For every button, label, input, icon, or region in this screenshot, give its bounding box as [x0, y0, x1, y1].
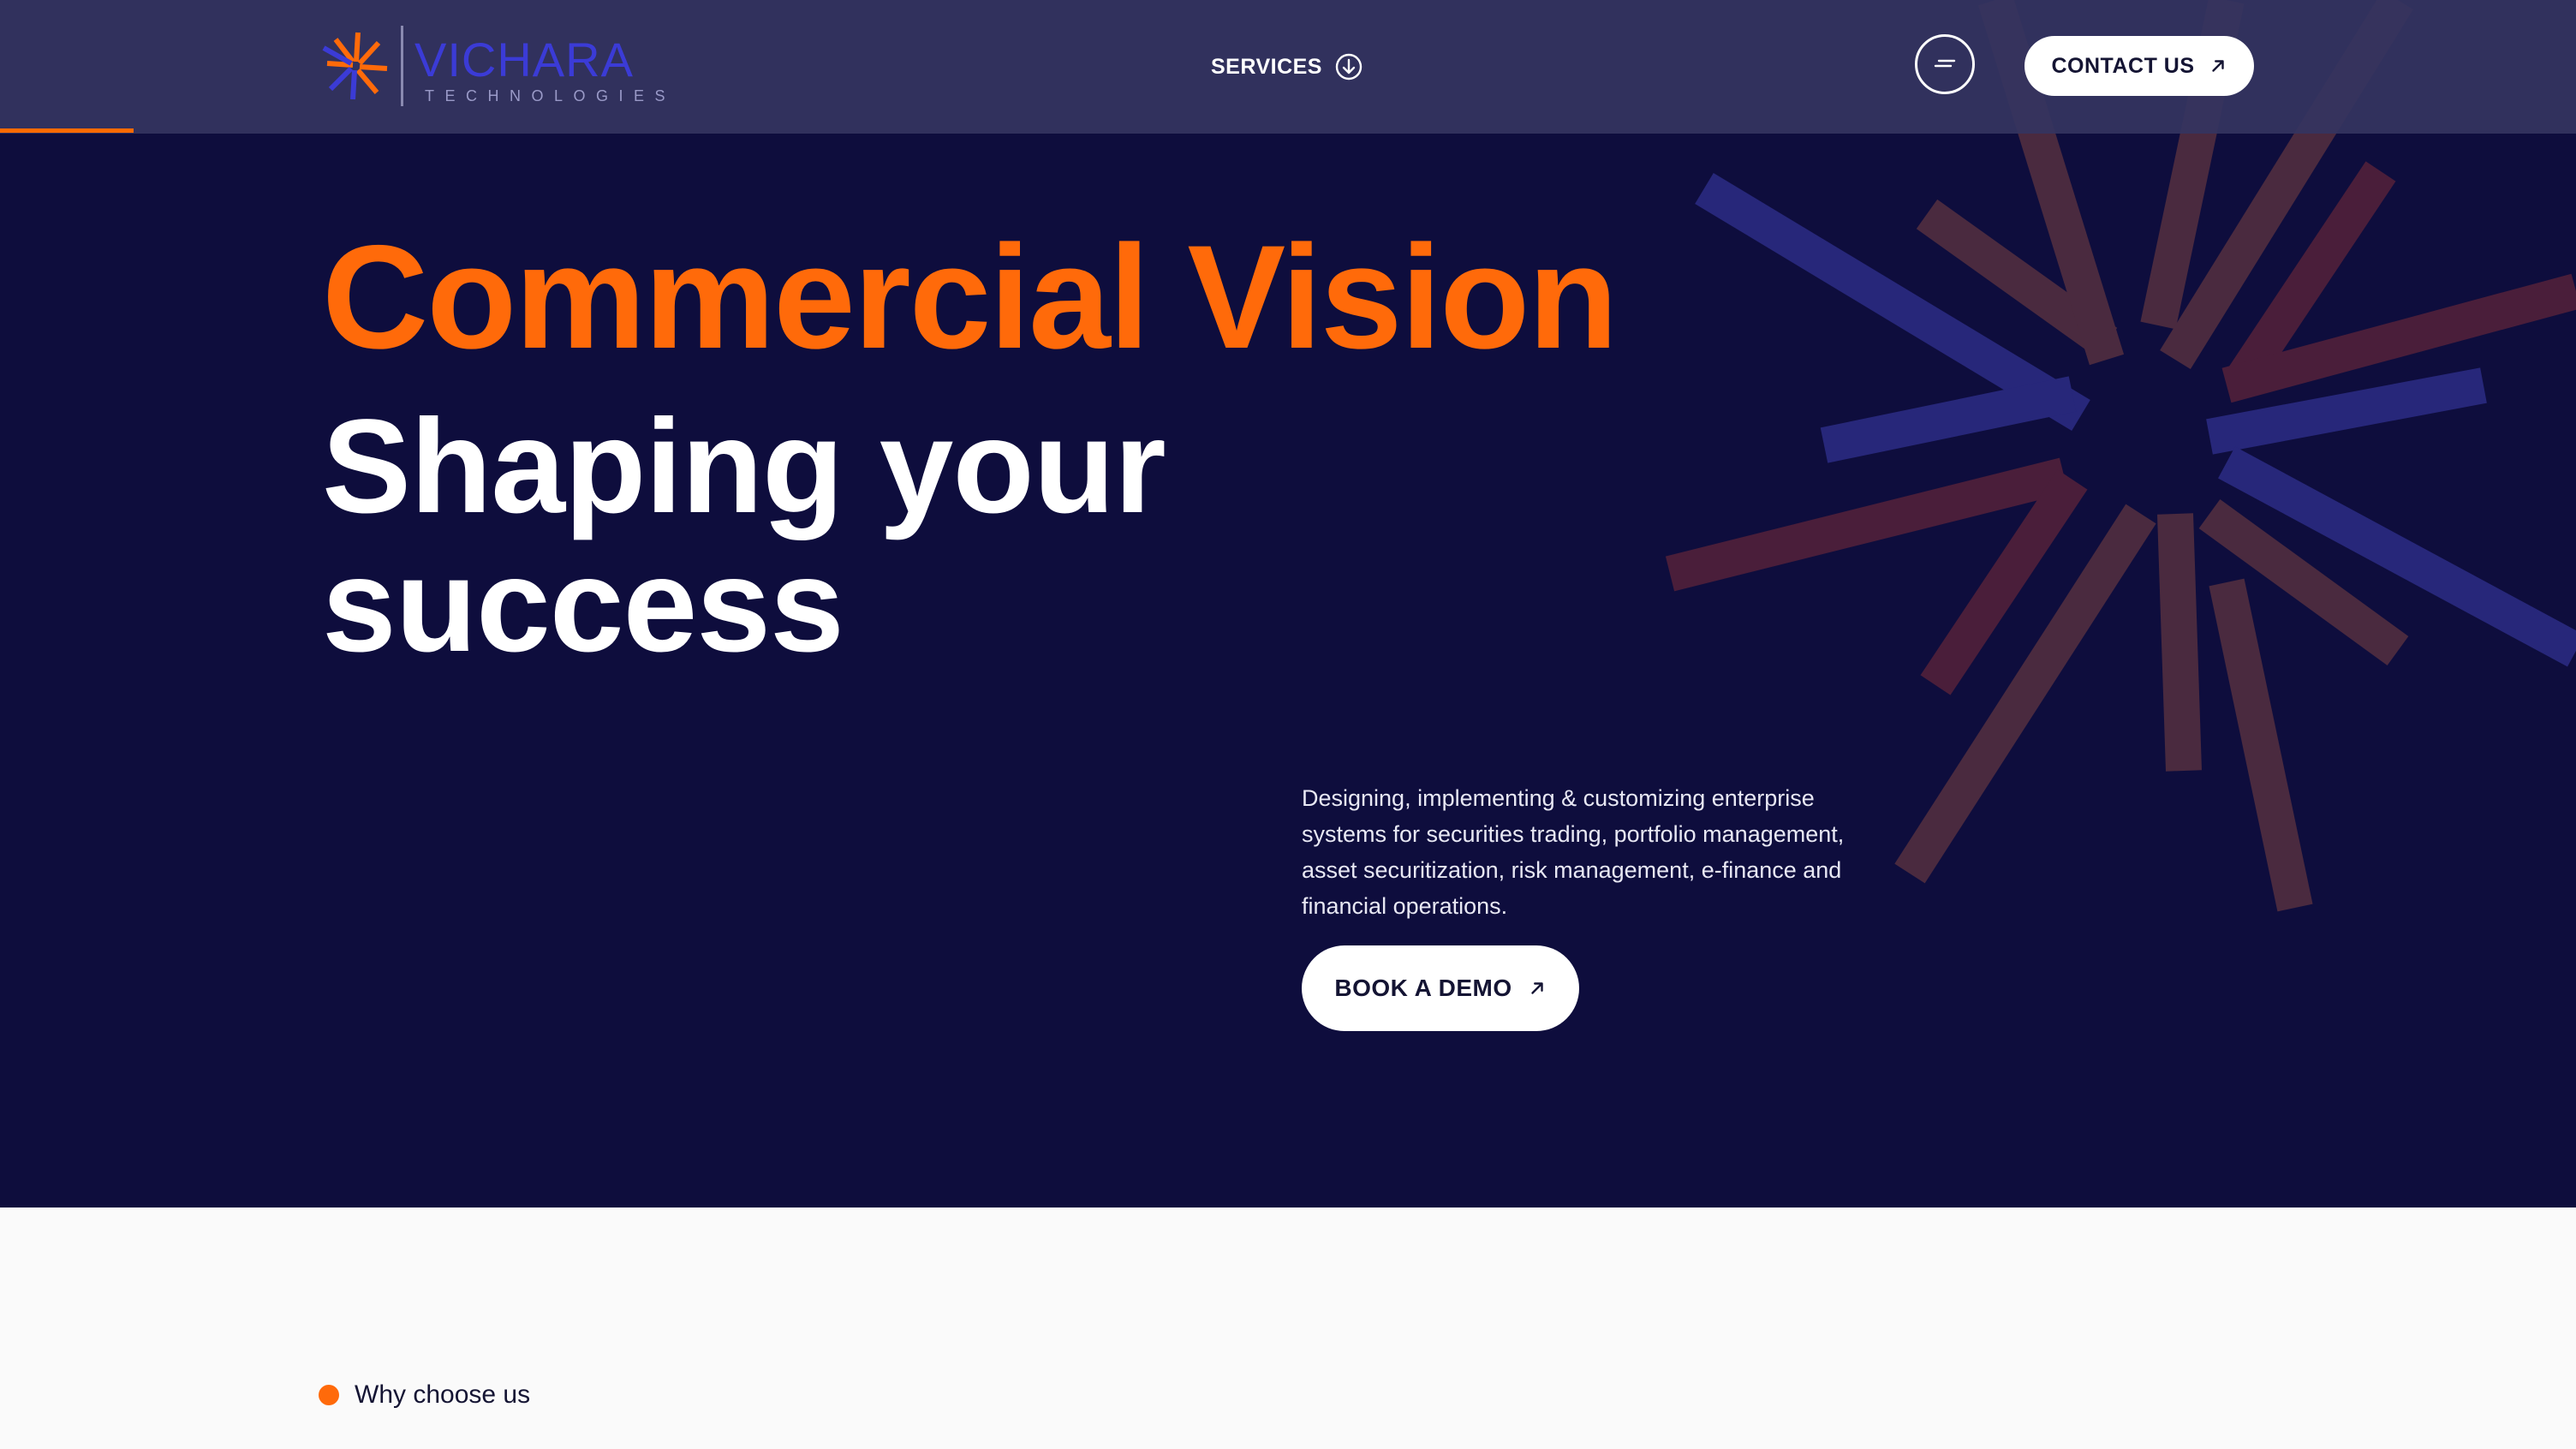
arrow-down-circle-icon	[1335, 53, 1363, 80]
nav-active-indicator	[0, 128, 134, 133]
services-label: SERVICES	[1211, 54, 1322, 79]
arrow-up-right-icon	[1530, 982, 1543, 994]
bullet-dot-icon	[319, 1385, 339, 1405]
page: Commercial Vision Shaping your success D…	[0, 0, 2576, 1449]
logo[interactable]: VICHARA TECHNOLOGIES	[319, 24, 678, 110]
contact-us-button[interactable]: CONTACT US	[2024, 36, 2254, 96]
menu-button[interactable]	[1915, 34, 1975, 94]
logo-divider	[401, 26, 403, 106]
why-choose-us-section	[0, 1208, 2576, 1449]
services-nav-link[interactable]: SERVICES	[1211, 46, 1363, 87]
why-choose-us-text: Why choose us	[355, 1380, 531, 1409]
logo-name: VICHARA	[414, 33, 634, 86]
arrow-up-right-icon	[2211, 60, 2224, 72]
why-choose-us-label: Why choose us	[319, 1380, 530, 1410]
logo-tagline: TECHNOLOGIES	[425, 87, 677, 104]
hero-section: Commercial Vision Shaping your success D…	[0, 0, 2576, 1208]
contact-us-label: CONTACT US	[2051, 53, 2195, 78]
book-demo-button[interactable]: BOOK A DEMO	[1302, 945, 1579, 1031]
menu-icon	[1934, 59, 1956, 68]
book-demo-label: BOOK A DEMO	[1334, 975, 1512, 1001]
logo-starburst-icon	[322, 32, 388, 100]
headline-main: Shaping your success	[322, 392, 1166, 680]
headline-accent: Commercial Vision	[322, 215, 1618, 379]
top-navbar: VICHARA TECHNOLOGIES SERVICES CONTACT US	[0, 0, 2576, 134]
hero-description: Designing, implementing & customizing en…	[1302, 785, 1845, 919]
